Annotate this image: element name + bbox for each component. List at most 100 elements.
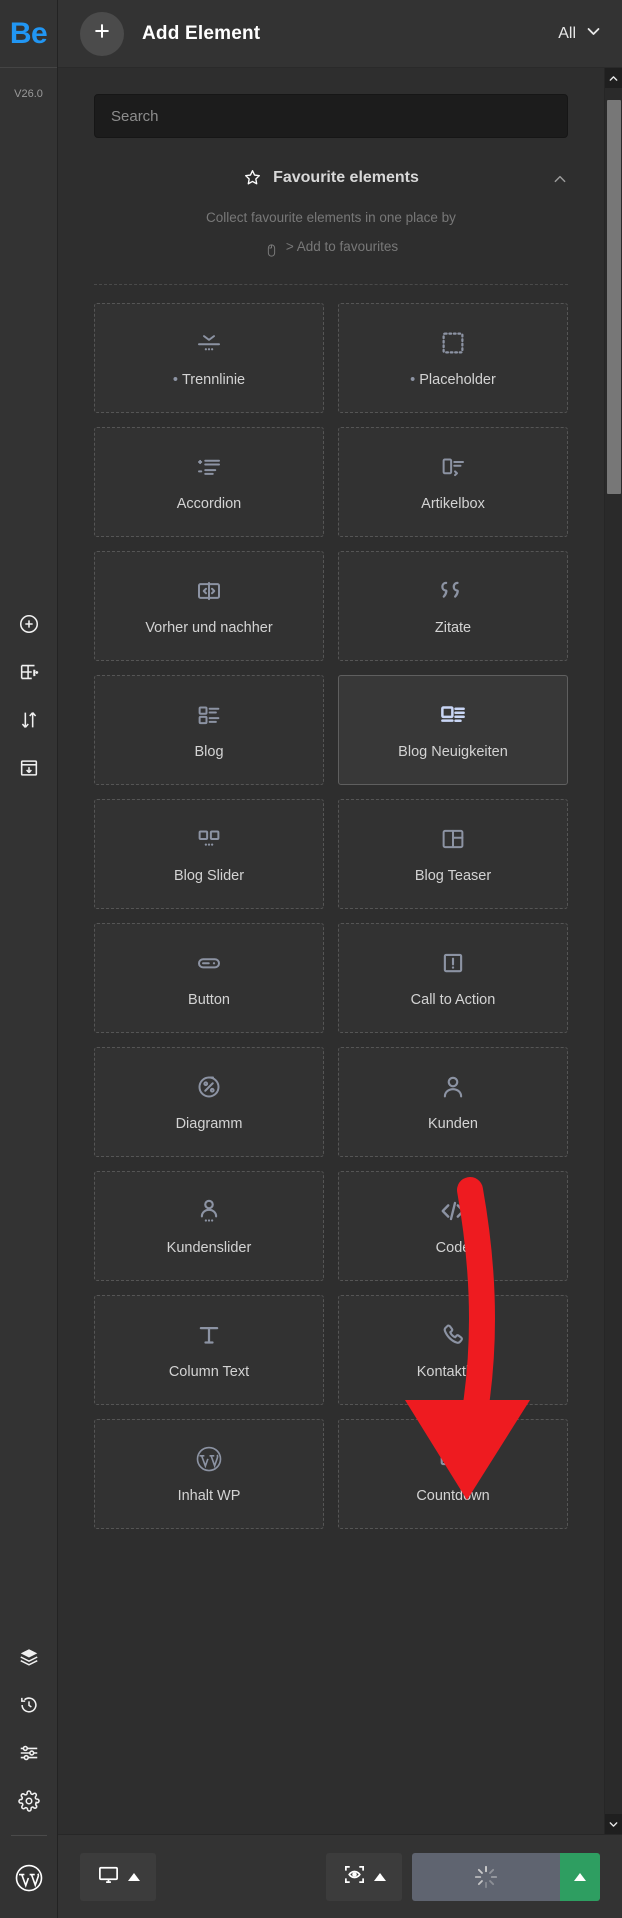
section-divider — [94, 284, 568, 285]
rail-reorder-button[interactable] — [0, 696, 58, 744]
gear-icon — [17, 1790, 40, 1812]
device-preview-button[interactable] — [80, 1852, 156, 1901]
favourites-title: Favourite elements — [273, 168, 419, 186]
rail-wordpress-button[interactable] — [14, 1842, 44, 1918]
element-tile-label: Button — [188, 992, 230, 1008]
divider-icon — [194, 328, 224, 358]
focus-eye-icon — [343, 1863, 366, 1891]
chevron-up-icon[interactable] — [552, 171, 568, 187]
call-to-action-icon — [438, 948, 468, 978]
element-tile-label: Accordion — [176, 496, 242, 512]
blog-slider-icon — [194, 824, 224, 854]
panel-body: Favourite elements Collect favourite ele… — [58, 68, 622, 1834]
rail-import-template-button[interactable] — [0, 744, 58, 792]
scrollbar-thumb[interactable] — [606, 100, 621, 494]
caret-up-icon[interactable] — [127, 1872, 140, 1881]
element-tile[interactable]: Kontaktbox — [338, 1295, 568, 1405]
rail-layers-button[interactable] — [0, 1633, 58, 1681]
wordpress-icon — [14, 1863, 44, 1898]
element-tile[interactable]: Button — [94, 923, 324, 1033]
rail-add-section-button[interactable] — [0, 648, 58, 696]
element-tile[interactable]: Code — [338, 1171, 568, 1281]
preview-mode-button[interactable] — [326, 1852, 402, 1901]
element-tile-label: Kundenslider — [166, 1240, 252, 1256]
sort-arrows-icon — [18, 709, 40, 731]
elements-scroll-area: Favourite elements Collect favourite ele… — [58, 68, 604, 1834]
app-logo[interactable]: Be — [0, 0, 57, 68]
person-icon — [438, 1072, 468, 1102]
rail-divider — [10, 1835, 47, 1836]
wordpress-icon — [194, 1444, 224, 1474]
add-circle-icon — [18, 613, 40, 635]
element-tile-label: Kontaktbox — [416, 1364, 490, 1380]
page-editor-root: Be V26.0 Add Element All Search Favourit… — [0, 0, 622, 1918]
scrollbar-down-button[interactable] — [604, 1814, 622, 1834]
panel-scrollbar[interactable] — [604, 68, 622, 1834]
panel-topbar: Add Element All — [58, 0, 622, 68]
placeholder-icon — [438, 328, 468, 358]
update-button-group[interactable] — [412, 1852, 600, 1901]
element-tile[interactable]: Accordion — [94, 427, 324, 537]
category-filter-dropdown[interactable]: All — [558, 23, 602, 45]
article-box-icon — [438, 452, 468, 482]
favourite-bullet: • — [410, 372, 416, 388]
rail-add-circle-button[interactable] — [0, 600, 58, 648]
text-t-icon — [194, 1320, 224, 1350]
add-element-button[interactable] — [80, 11, 124, 56]
favourites-header[interactable]: Favourite elements — [94, 168, 568, 187]
update-options-button[interactable] — [560, 1852, 600, 1901]
history-icon — [18, 1694, 40, 1716]
element-tile-label: Inhalt WP — [177, 1488, 241, 1504]
element-tile[interactable]: Blog Neuigkeiten — [338, 675, 568, 785]
element-tile[interactable]: Call to Action — [338, 923, 568, 1033]
blog-news-icon — [438, 700, 468, 730]
element-tile-label: Blog Slider — [173, 868, 245, 884]
element-tile[interactable]: Blog Slider — [94, 799, 324, 909]
chevron-down-icon — [585, 23, 602, 45]
countdown-icon — [438, 1444, 468, 1474]
element-tile[interactable]: Vorher und nachher — [94, 551, 324, 661]
element-tile[interactable]: Countdown — [338, 1419, 568, 1529]
element-tile-label: Zitate — [434, 620, 472, 636]
element-tile[interactable]: Column Text — [94, 1295, 324, 1405]
person-slider-icon — [194, 1196, 224, 1226]
element-tile-label: Blog Neuigkeiten — [398, 744, 508, 760]
search-box[interactable] — [94, 94, 568, 138]
category-filter-label: All — [558, 24, 576, 42]
elements-grid: • Trennlinie • Placeholder Accordion Artikelb… — [94, 303, 568, 1529]
element-tile[interactable]: Blog Teaser — [338, 799, 568, 909]
version-label: V26.0 — [14, 88, 43, 100]
accordion-icon — [194, 452, 224, 482]
phone-icon — [438, 1320, 468, 1350]
element-tile[interactable]: • Placeholder — [338, 303, 568, 413]
mouse-icon — [264, 239, 279, 257]
element-tile[interactable]: Kunden — [338, 1047, 568, 1157]
element-tile[interactable]: • Trennlinie — [94, 303, 324, 413]
element-tile[interactable]: Inhalt WP — [94, 1419, 324, 1529]
favourites-hint-line1: Collect favourite elements in one place … — [206, 210, 456, 225]
element-tile-label: Diagramm — [175, 1116, 243, 1132]
add-section-icon — [18, 661, 40, 683]
element-tile[interactable]: Artikelbox — [338, 427, 568, 537]
element-tile[interactable]: Blog — [94, 675, 324, 785]
element-tile-label: Countdown — [416, 1488, 490, 1504]
element-tile-label: Column Text — [168, 1364, 250, 1380]
search-input[interactable] — [111, 107, 551, 125]
left-rail: Be V26.0 — [0, 0, 58, 1918]
element-tile[interactable]: Zitate — [338, 551, 568, 661]
element-tile[interactable]: Kundenslider — [94, 1171, 324, 1281]
update-button[interactable] — [412, 1852, 560, 1901]
element-tile-label: Code — [435, 1240, 471, 1256]
scrollbar-track[interactable] — [604, 88, 622, 1814]
rail-history-button[interactable] — [0, 1681, 58, 1729]
spinner-icon — [473, 1864, 499, 1890]
scrollbar-up-button[interactable] — [604, 68, 622, 88]
caret-up-icon[interactable] — [373, 1872, 386, 1881]
rail-sliders-button[interactable] — [0, 1729, 58, 1777]
rail-settings-button[interactable] — [0, 1777, 58, 1825]
favourite-bullet: • — [172, 372, 178, 388]
caret-up-icon — [574, 1872, 586, 1881]
element-tile[interactable]: Diagramm — [94, 1047, 324, 1157]
element-tile-label: • Placeholder — [410, 372, 496, 388]
add-element-panel: Add Element All Search Favourite element… — [58, 0, 622, 1918]
